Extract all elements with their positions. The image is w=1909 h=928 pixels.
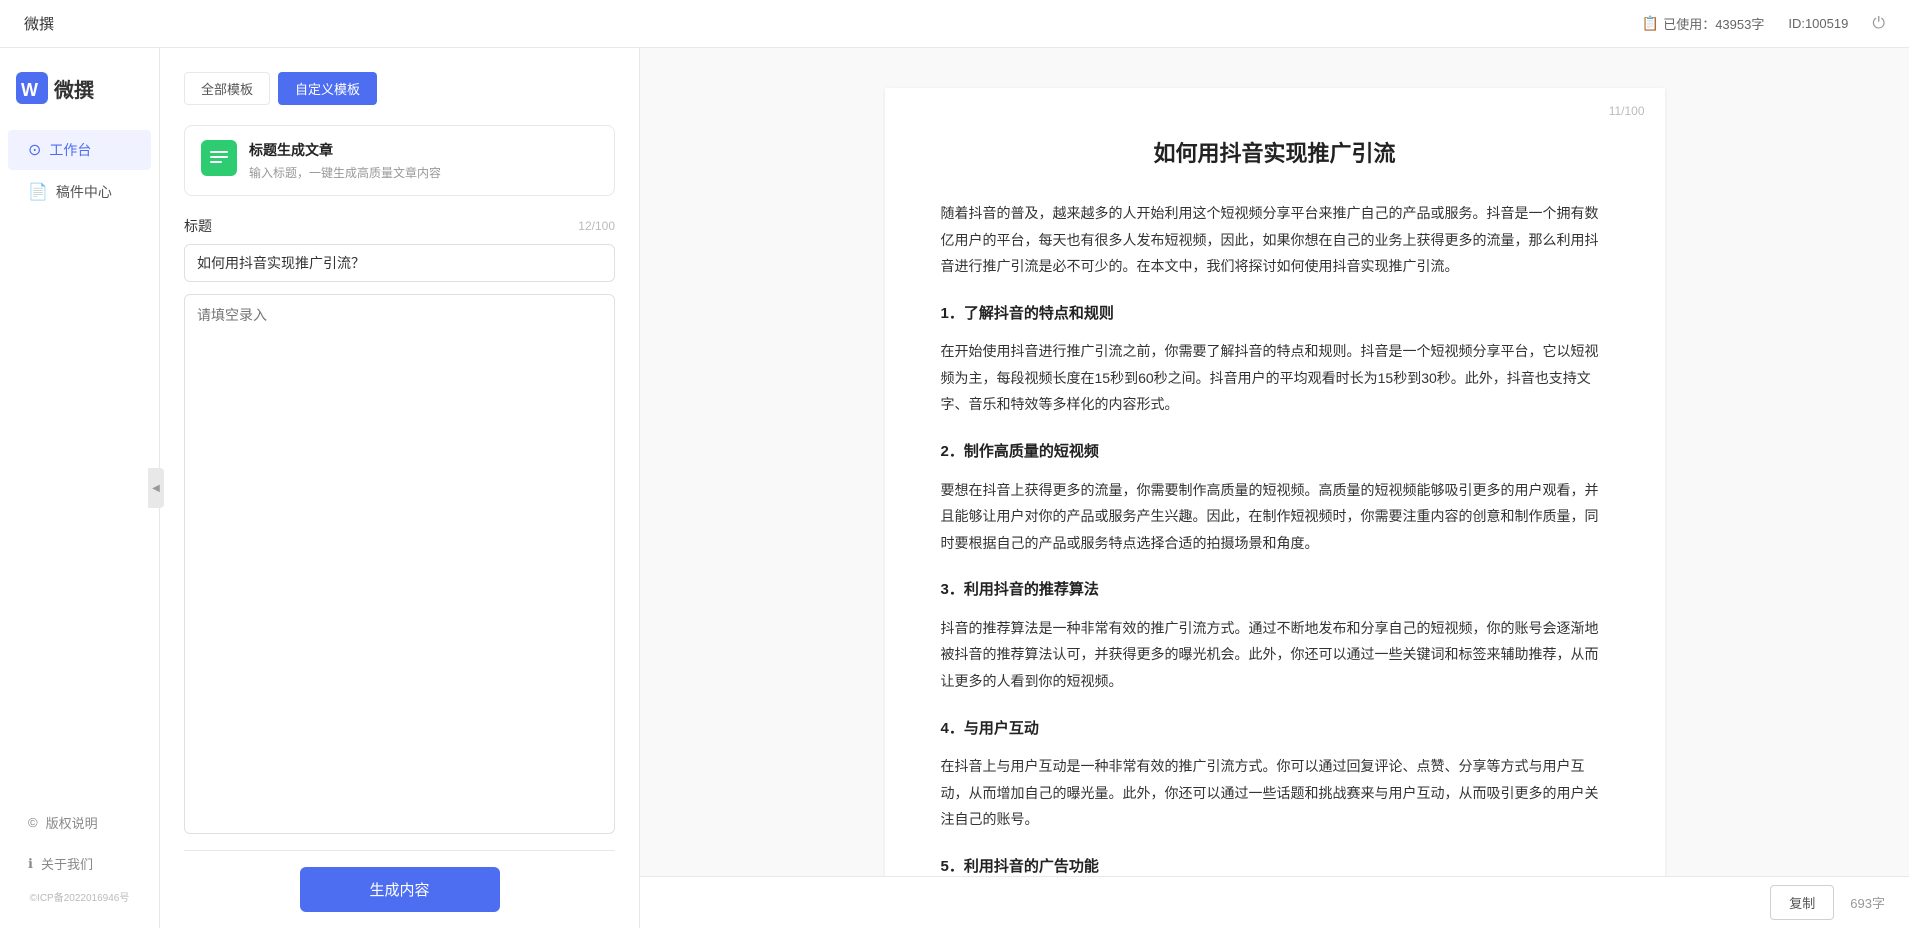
about-label: 关于我们 — [41, 854, 93, 873]
para-2: 要想在抖音上获得更多的流量，你需要制作高质量的短视频。高质量的短视频能够吸引更多… — [941, 477, 1609, 557]
content-textarea[interactable] — [184, 294, 615, 834]
sidebar: W 微撰 ⊙ 工作台 📄 稿件中心 © 版权说明 ℹ 关于我们 ©ICP备2 — [0, 48, 160, 928]
id-label: ID:100519 — [1788, 16, 1848, 31]
svg-text:W: W — [21, 80, 38, 100]
left-panel: 全部模板 自定义模板 标题生成文章 输入标题，一键生成高质量文章内容 — [160, 48, 640, 928]
page-num: 11/100 — [1609, 104, 1645, 118]
topbar-title: 微撰 — [24, 13, 54, 34]
sidebar-collapse-toggle[interactable]: ◀ — [148, 468, 164, 508]
template-tabs: 全部模板 自定义模板 — [184, 72, 615, 105]
heading-4: 4．与用户互动 — [941, 715, 1609, 744]
template-card[interactable]: 标题生成文章 输入标题，一键生成高质量文章内容 — [184, 125, 615, 196]
tab-custom[interactable]: 自定义模板 — [278, 72, 377, 105]
workbench-icon: ⊙ — [28, 140, 41, 160]
template-card-info: 标题生成文章 输入标题，一键生成高质量文章内容 — [249, 140, 598, 181]
form-count: 12/100 — [578, 219, 615, 233]
heading-2: 2．制作高质量的短视频 — [941, 438, 1609, 467]
template-card-title: 标题生成文章 — [249, 140, 598, 160]
sidebar-item-label-drafts: 稿件中心 — [56, 182, 112, 202]
heading-3: 3．利用抖音的推荐算法 — [941, 576, 1609, 605]
para-4: 在抖音上与用户互动是一种非常有效的推广引流方式。你可以通过回复评论、点赞、分享等… — [941, 753, 1609, 833]
copyright-icon: © — [28, 815, 38, 830]
sidebar-item-workbench[interactable]: ⊙ 工作台 — [8, 130, 151, 170]
logo-icon: W — [16, 72, 48, 104]
para-intro: 随着抖音的普及，越来越多的人开始利用这个短视频分享平台来推广自己的产品或服务。抖… — [941, 200, 1609, 280]
icp-text: ©ICP备2022016946号 — [0, 885, 159, 912]
sidebar-logo: W 微撰 — [0, 56, 159, 128]
usage-info: 📋 已使用：43953字 — [1642, 14, 1765, 33]
article-container[interactable]: 11/100 如何用抖音实现推广引流 随着抖音的普及，越来越多的人开始利用这个短… — [640, 48, 1909, 876]
template-card-desc: 输入标题，一键生成高质量文章内容 — [249, 164, 598, 181]
topbar: 微撰 📋 已使用：43953字 ID:100519 ⏻ — [0, 0, 1909, 48]
sidebar-item-copyright[interactable]: © 版权说明 — [8, 803, 151, 842]
copyright-label: 版权说明 — [46, 813, 98, 832]
form-label: 标题 — [184, 216, 212, 236]
logo-text: 微撰 — [54, 74, 94, 103]
article-page: 11/100 如何用抖音实现推广引流 随着抖音的普及，越来越多的人开始利用这个短… — [885, 88, 1665, 876]
right-panel: 11/100 如何用抖音实现推广引流 随着抖音的普及，越来越多的人开始利用这个短… — [640, 48, 1909, 928]
article-title: 如何用抖音实现推广引流 — [941, 136, 1609, 168]
topbar-right: 📋 已使用：43953字 ID:100519 ⏻ — [1642, 14, 1885, 33]
word-count: 693字 — [1850, 893, 1885, 912]
tab-all[interactable]: 全部模板 — [184, 72, 270, 105]
content-area: 全部模板 自定义模板 标题生成文章 输入标题，一键生成高质量文章内容 — [160, 48, 1909, 928]
article-footer: 复制 693字 — [640, 876, 1909, 928]
power-icon[interactable]: ⏻ — [1872, 15, 1885, 33]
usage-label: 已使用：43953字 — [1663, 14, 1764, 33]
about-icon: ℹ — [28, 856, 33, 872]
generate-button[interactable]: 生成内容 — [300, 867, 500, 912]
sidebar-item-label-workbench: 工作台 — [49, 140, 91, 160]
form-label-row: 标题 12/100 — [184, 216, 615, 236]
form-divider — [184, 850, 615, 851]
main-layout: W 微撰 ⊙ 工作台 📄 稿件中心 © 版权说明 ℹ 关于我们 ©ICP备2 — [0, 48, 1909, 928]
heading-1: 1．了解抖音的特点和规则 — [941, 300, 1609, 329]
sidebar-bottom: © 版权说明 ℹ 关于我们 ©ICP备2022016946号 — [0, 801, 159, 928]
title-input[interactable] — [184, 244, 615, 282]
template-card-icon — [201, 140, 237, 176]
para-1: 在开始使用抖音进行推广引流之前，你需要了解抖音的特点和规则。抖音是一个短视频分享… — [941, 338, 1609, 418]
sidebar-item-about[interactable]: ℹ 关于我们 — [8, 844, 151, 883]
drafts-icon: 📄 — [28, 182, 48, 202]
heading-5: 5．利用抖音的广告功能 — [941, 853, 1609, 876]
article-body: 随着抖音的普及，越来越多的人开始利用这个短视频分享平台来推广自己的产品或服务。抖… — [941, 200, 1609, 876]
para-3: 抖音的推荐算法是一种非常有效的推广引流方式。通过不断地发布和分享自己的短视频，你… — [941, 615, 1609, 695]
sidebar-nav: ⊙ 工作台 📄 稿件中心 — [0, 128, 159, 801]
sidebar-item-drafts[interactable]: 📄 稿件中心 — [8, 172, 151, 212]
usage-icon: 📋 — [1642, 15, 1659, 32]
form-section: 标题 12/100 生成内容 — [184, 216, 615, 912]
copy-button[interactable]: 复制 — [1770, 885, 1834, 920]
